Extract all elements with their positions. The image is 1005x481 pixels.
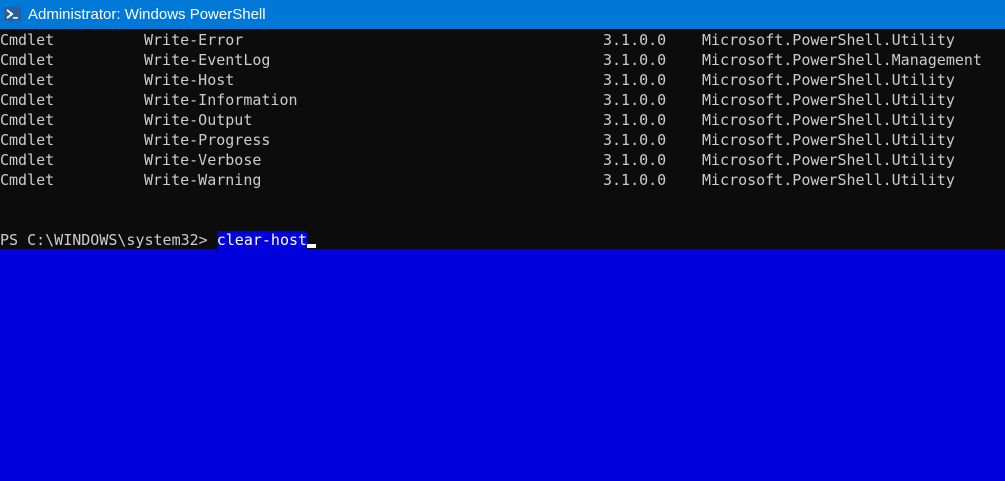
command-source: Microsoft.PowerShell.Utility	[702, 91, 955, 109]
powershell-icon	[4, 7, 21, 21]
prompt-line[interactable]: PS C:\WINDOWS\system32> clear-host	[0, 230, 317, 250]
command-version: 3.1.0.0	[603, 111, 667, 129]
title-bar: Administrator: Windows PowerShell	[0, 0, 1005, 29]
command-name: Write-Error	[144, 31, 244, 49]
command-source: Microsoft.PowerShell.Utility	[702, 31, 955, 49]
command-name: Write-Information	[144, 91, 298, 109]
command-name: Write-Verbose	[144, 151, 262, 169]
command-name: Write-Warning	[144, 171, 262, 189]
command-version: 3.1.0.0	[603, 31, 667, 49]
command-type: Cmdlet	[0, 111, 55, 129]
command-version: 3.1.0.0	[603, 171, 667, 189]
command-type: Cmdlet	[0, 31, 55, 49]
command-type: Cmdlet	[0, 71, 55, 89]
command-name: Write-Host	[144, 71, 235, 89]
command-version: 3.1.0.0	[603, 151, 667, 169]
text-cursor	[307, 244, 317, 248]
command-name: Write-Output	[144, 111, 253, 129]
command-source: Microsoft.PowerShell.Management	[702, 51, 982, 69]
command-type: Cmdlet	[0, 131, 55, 149]
command-source: Microsoft.PowerShell.Utility	[702, 131, 955, 149]
prompt-path: PS C:\WINDOWS\system32>	[0, 231, 217, 249]
console-output[interactable]: Cmdlet Write-Error 3.1.0.0 Microsoft.PowerS…	[0, 29, 1005, 249]
command-type: Cmdlet	[0, 51, 55, 69]
command-name: Write-EventLog	[144, 51, 271, 69]
window-title: Administrator: Windows PowerShell	[28, 6, 266, 23]
command-source: Microsoft.PowerShell.Utility	[702, 151, 955, 169]
command-version: 3.1.0.0	[603, 131, 667, 149]
command-input[interactable]: clear-host	[216, 231, 308, 249]
command-source: Microsoft.PowerShell.Utility	[702, 171, 955, 189]
command-version: 3.1.0.0	[603, 51, 667, 69]
command-version: 3.1.0.0	[603, 71, 667, 89]
command-type: Cmdlet	[0, 91, 55, 109]
command-source: Microsoft.PowerShell.Utility	[702, 71, 955, 89]
command-source: Microsoft.PowerShell.Utility	[702, 111, 955, 129]
command-type: Cmdlet	[0, 151, 55, 169]
command-version: 3.1.0.0	[603, 91, 667, 109]
command-name: Write-Progress	[144, 131, 271, 149]
command-type: Cmdlet	[0, 171, 55, 189]
